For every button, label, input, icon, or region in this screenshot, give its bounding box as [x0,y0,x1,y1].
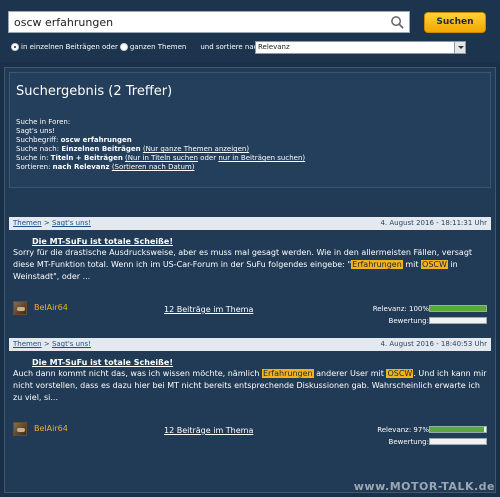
sort-by-date-link[interactable]: (Sortieren nach Datum) [112,163,195,171]
avatar[interactable] [13,301,27,315]
search-options: in einzelnen Beiträgen oder ganzen Theme… [11,41,266,53]
result-entry: Themen > Sagt's uns! 4. August 2016 - 18… [9,217,491,327]
results-panel: Suchergebnis (2 Treffer) Suche in Foren:… [4,67,496,493]
relevance-fill [430,427,485,432]
chevron-down-icon[interactable] [454,42,465,53]
thread-posts-link[interactable]: 12 Beiträge im Thema [164,305,253,314]
titles-only-link[interactable]: (Nur in Titeln suchen [125,154,198,162]
breadcrumb-themen[interactable]: Themen [13,219,42,227]
entry-excerpt: Auch dann kommt nicht das, was ich wisse… [13,369,487,402]
rating-bar [429,438,487,445]
rating-bar [429,317,487,324]
meta-forum-label: Suche in Foren: [16,118,71,126]
sort-select[interactable]: Relevanz [255,41,466,54]
only-threads-link[interactable]: (Nur ganze Themen anzeigen) [143,145,249,153]
entry-header-bar: Themen > Sagt's uns! 4. August 2016 - 18… [9,338,491,351]
search-meta: Suche in Foren: Sagt's uns! Suchbegriff:… [16,118,305,172]
entry-date: 4. August 2016 - 18:11:31 Uhr [380,219,487,227]
search-icon[interactable] [390,15,405,30]
highlight: Erfahrungen [351,260,403,269]
posts-only-link[interactable]: nur in Beiträgen suchen) [218,154,305,162]
relevance-label: Relevanz: 97% [377,426,429,434]
search-bar: Suchen in einzelnen Beiträgen oder ganze… [0,0,500,62]
highlight: Erfahrungen [261,369,314,378]
rating-label: Bewertung: [388,438,429,446]
meta-forum-name: Sagt's uns! [16,127,56,135]
breadcrumb-forum[interactable]: Sagt's uns! [52,340,91,348]
search-button[interactable]: Suchen [424,12,486,33]
search-input-box[interactable] [8,11,410,33]
breadcrumb: Themen > Sagt's uns! [13,219,91,227]
radio-whole-threads-label: ganzen Themen [129,43,187,51]
page-title: Suchergebnis (2 Treffer) [16,84,173,99]
relevance-bar [429,426,487,433]
entry-date: 4. August 2016 - 18:40:53 Uhr [380,340,487,348]
breadcrumb-forum[interactable]: Sagt's uns! [52,219,91,227]
avatar[interactable] [13,422,27,436]
sort-select-value: Relevanz [258,43,290,51]
entry-title-link[interactable]: Die MT-SuFu ist totale Scheiße! [32,358,173,367]
relevance-fill [430,306,486,311]
radio-single-posts-label: in einzelnen Beiträgen oder [21,43,118,51]
radio-single-posts[interactable] [11,43,19,51]
thread-posts-link[interactable]: 12 Beiträge im Thema [164,426,253,435]
breadcrumb: Themen > Sagt's uns! [13,340,91,348]
watermark: www.MOTOR-TALK.de [353,480,495,493]
entry-excerpt: Sorry für die drastische Ausdrucksweise,… [13,248,473,281]
meta-search-in: Suche in: Titeln + Beiträgen (Nur in Tit… [16,154,306,162]
meta-term: Suchbegriff: oscw erfahrungen [16,136,132,144]
entry-title-link[interactable]: Die MT-SuFu ist totale Scheiße! [32,237,173,246]
highlight: OSCW [421,260,448,269]
highlight: OSCW [386,369,414,378]
relevance-label: Relevanz: 100% [372,305,429,313]
search-input[interactable] [14,14,384,31]
meta-search-after: Suche nach: Einzelnen Beiträgen (Nur gan… [16,145,250,153]
user-link[interactable]: BelAir64 [34,424,68,433]
user-link[interactable]: BelAir64 [34,303,68,312]
results-header: Suchergebnis (2 Treffer) Suche in Foren:… [9,72,491,188]
result-entry: Themen > Sagt's uns! 4. August 2016 - 18… [9,338,491,448]
relevance-bar [429,305,487,312]
breadcrumb-themen[interactable]: Themen [13,340,42,348]
meta-sort: Sortieren: nach Relevanz (Sortieren nach… [16,163,195,171]
radio-whole-threads[interactable] [119,43,128,51]
rating-label: Bewertung: [388,317,429,325]
entry-header-bar: Themen > Sagt's uns! 4. August 2016 - 18… [9,217,491,230]
